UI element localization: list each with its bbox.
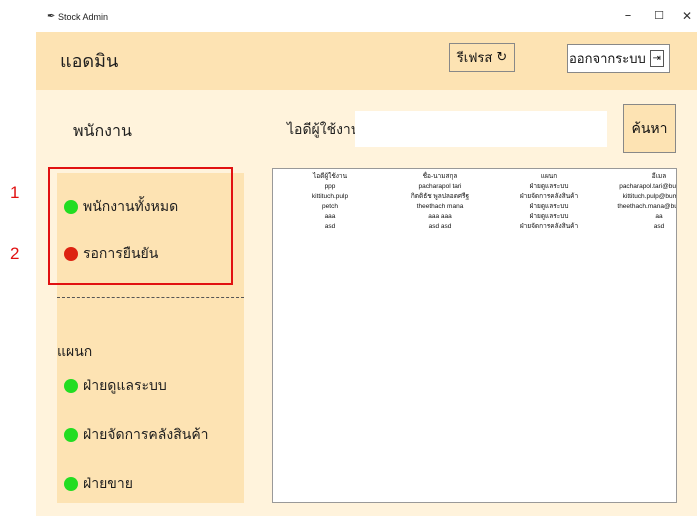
maximize-button[interactable]: ☐ <box>648 6 670 26</box>
search-button[interactable]: ค้นหา <box>623 104 676 153</box>
table-cell: ฝ่ายดูแลระบบ <box>529 213 569 220</box>
table-cell: ฝ่ายดูแลระบบ <box>529 183 569 190</box>
sidebar-divider <box>57 297 244 298</box>
column-header-email[interactable]: อีเมล <box>603 171 676 181</box>
feather-icon: ✒ <box>47 11 56 22</box>
refresh-button[interactable]: รีเฟรส ↻ <box>449 43 515 72</box>
table-cell: ฝ่ายดูแลระบบ <box>529 203 569 210</box>
logout-button[interactable]: ออกจากระบบ ⇥ <box>567 44 670 73</box>
table-cell: kittituch.pulp <box>311 192 349 200</box>
sidebar-item-label: ฝ่ายจัดการคลังสินค้า <box>83 427 209 443</box>
employee-table-panel[interactable]: ไอดีผู้ใช้งาน ชื่อ-นามสกุล แผนก อีเมล pp… <box>272 168 677 503</box>
table-cell: asd <box>324 222 336 230</box>
table-row[interactable]: petch theethach mana ฝ่ายดูแลระบบ theeth… <box>275 201 676 211</box>
table-cell: pacharapol tari <box>418 182 462 190</box>
table-cell: กิตติธัช พูลปลอดศรีฐ <box>410 193 470 200</box>
column-header-fullname[interactable]: ชื่อ-นามสกุล <box>385 171 495 181</box>
annotation-number-2: 2 <box>10 244 20 263</box>
table-row[interactable]: aaa aaa aaa ฝ่ายดูแลระบบ aa <box>275 211 676 221</box>
column-header-department[interactable]: แผนก <box>495 171 603 181</box>
refresh-icon: ↻ <box>496 50 508 65</box>
userid-label: ไอดีผู้ใช้งาน <box>287 122 361 138</box>
green-dot-icon <box>64 379 78 393</box>
table-cell: asd <box>653 222 665 230</box>
annotation-number-1: 1 <box>10 183 20 202</box>
table-cell: aaa aaa <box>428 212 452 220</box>
table-cell: ppp <box>324 182 336 190</box>
table-row[interactable]: asd asd asd ฝ่ายจัดการคลังสินค้า asd <box>275 221 676 231</box>
table-row[interactable]: kittituch.pulp กิตติธัช พูลปลอดศรีฐ ฝ่าย… <box>275 191 677 201</box>
table-cell: theethach mana <box>416 202 464 210</box>
sidebar-item-label: ฝ่ายขาย <box>83 476 133 492</box>
table-cell: aaa <box>324 212 336 220</box>
sidebar-item-dept-admin[interactable]: ฝ่ายดูแลระบบ <box>64 376 167 396</box>
door-exit-icon: ⇥ <box>649 50 664 67</box>
table-cell: pacharapol.tari@bumail.net <box>619 182 677 190</box>
green-dot-icon <box>64 477 78 491</box>
window-titlebar <box>36 0 697 32</box>
userid-input[interactable] <box>355 111 607 147</box>
green-dot-icon <box>64 428 78 442</box>
table-cell: aa <box>655 212 663 220</box>
window-title: Stock Admin <box>58 12 109 22</box>
sidebar-item-label: ฝ่ายดูแลระบบ <box>83 378 167 394</box>
column-header-userid[interactable]: ไอดีผู้ใช้งาน <box>275 171 385 181</box>
close-button[interactable]: ✕ <box>676 6 697 26</box>
sidebar-item-dept-warehouse[interactable]: ฝ่ายจัดการคลังสินค้า <box>64 425 209 445</box>
table-cell: kittituch.pulp@bumail.net <box>622 192 677 200</box>
header-title: แอดมิน <box>60 51 119 72</box>
annotation-highlight-box <box>48 167 233 285</box>
table-header-row: ไอดีผู้ใช้งาน ชื่อ-นามสกุล แผนก อีเมล <box>275 171 676 181</box>
table-cell: ฝ่ายจัดการคลังสินค้า <box>519 223 579 230</box>
minimize-button[interactable]: – <box>617 6 639 26</box>
table-row[interactable]: ppp pacharapol tari ฝ่ายดูแลระบบ pachara… <box>275 181 677 191</box>
sidebar-item-dept-sales[interactable]: ฝ่ายขาย <box>64 474 133 494</box>
section-title: พนักงาน <box>73 121 132 140</box>
table-cell: petch <box>322 202 338 210</box>
table-cell: asd asd <box>428 222 452 230</box>
table-cell: theethach.mana@bumail.net <box>617 202 676 210</box>
table-cell: ฝ่ายจัดการคลังสินค้า <box>519 193 579 200</box>
department-heading: แผนก <box>57 344 93 360</box>
refresh-label: รีเฟรส <box>456 51 493 66</box>
employee-table: ไอดีผู้ใช้งาน ชื่อ-นามสกุล แผนก อีเมล pp… <box>275 171 677 231</box>
logout-label: ออกจากระบบ <box>569 52 646 67</box>
